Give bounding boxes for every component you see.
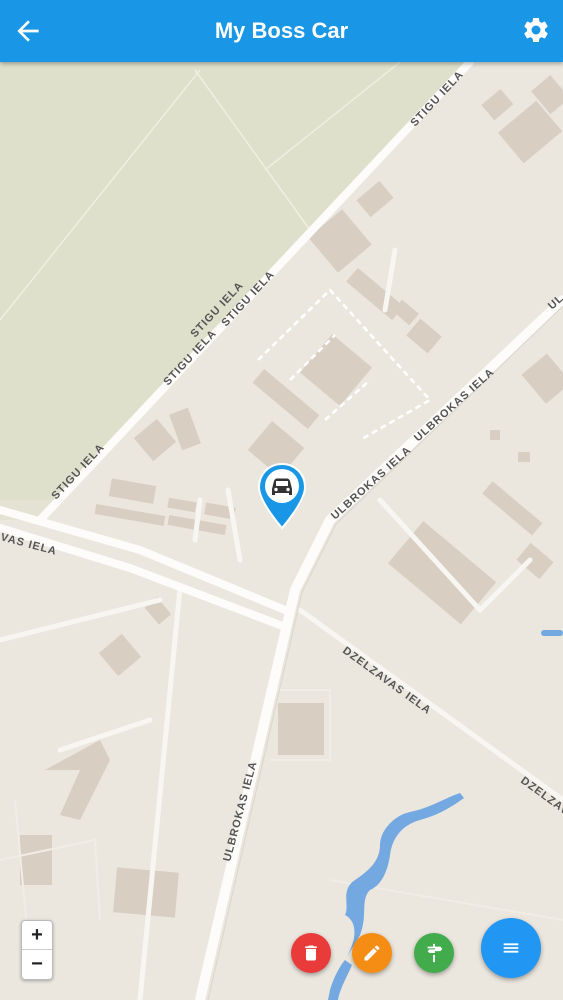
trash-icon [305, 945, 317, 961]
gear-icon[interactable] [521, 15, 551, 45]
directions-button[interactable] [414, 933, 454, 973]
zoom-out-button[interactable]: − [22, 950, 52, 978]
car-pin-icon[interactable] [257, 462, 307, 530]
map-canvas[interactable]: STIGU IELA STIGU IELA STIGU IELA STIGU I… [0, 62, 563, 1000]
signpost-icon [427, 943, 443, 963]
menu-button[interactable] [481, 918, 541, 978]
arrow-left-icon[interactable] [12, 15, 44, 47]
pencil-icon [364, 945, 380, 961]
delete-button[interactable] [291, 933, 331, 973]
zoom-control: + − [21, 920, 53, 980]
app-bar: My Boss Car [0, 0, 563, 62]
menu-icon [503, 943, 519, 953]
edit-button[interactable] [352, 933, 392, 973]
zoom-in-button[interactable]: + [22, 921, 52, 950]
app-title: My Boss Car [214, 18, 349, 43]
